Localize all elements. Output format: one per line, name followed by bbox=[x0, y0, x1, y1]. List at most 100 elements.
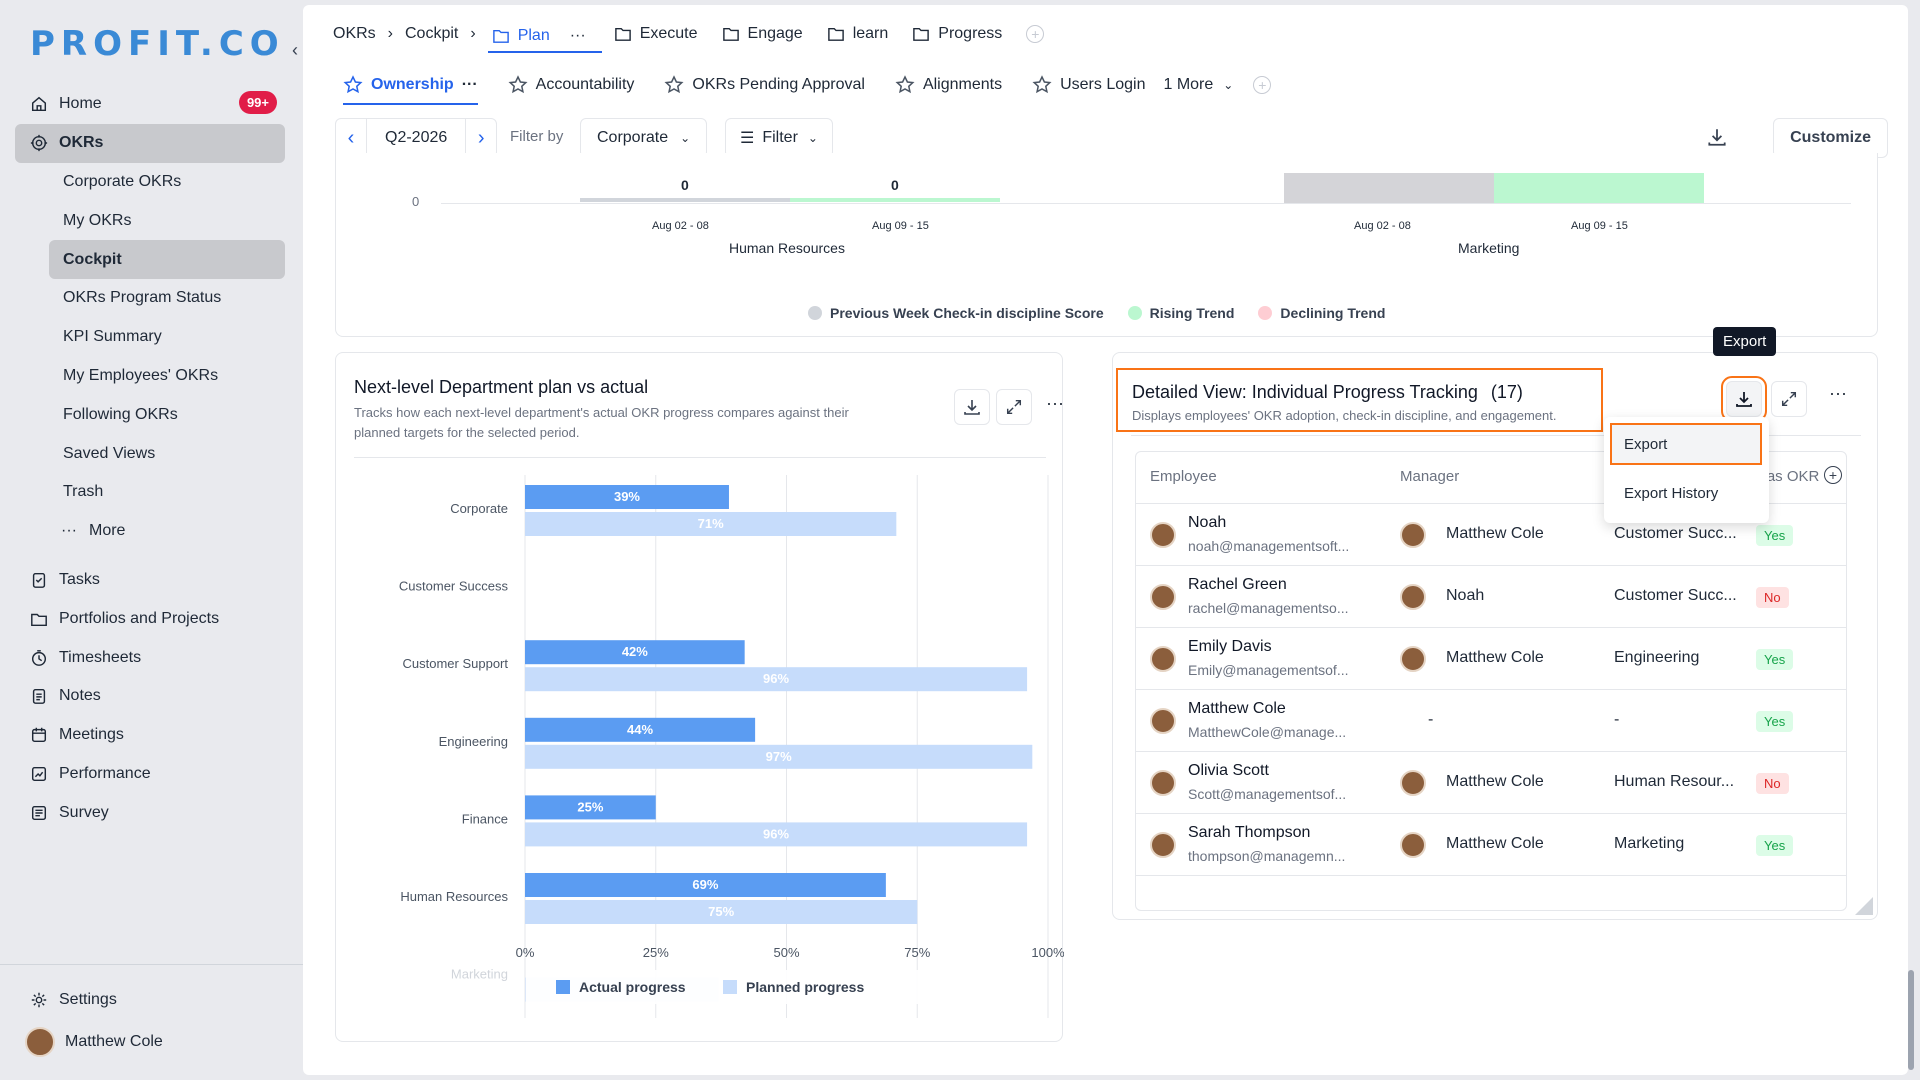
resize-handle-icon[interactable] bbox=[1855, 897, 1873, 915]
tab-accountability[interactable]: Accountability bbox=[508, 75, 635, 95]
x-tick-label: Aug 02 - 08 bbox=[1354, 220, 1411, 232]
page-scrollbar[interactable] bbox=[1908, 970, 1914, 1070]
group-label: Human Resources bbox=[729, 240, 845, 256]
manager-name: - bbox=[1428, 711, 1434, 728]
x-tick-label: 0% bbox=[516, 945, 535, 960]
employee-name: Olivia Scott bbox=[1188, 762, 1269, 779]
sidebar-item-performance[interactable]: Performance bbox=[15, 755, 285, 794]
legend-swatch bbox=[1258, 306, 1273, 320]
expand-button[interactable] bbox=[1771, 381, 1807, 417]
export-button[interactable] bbox=[1721, 376, 1767, 422]
sidebar-item-notes[interactable]: Notes bbox=[15, 677, 285, 716]
more-dots-icon[interactable]: ··· bbox=[462, 76, 478, 94]
sidebar-subitem-saved-views[interactable]: Saved Views bbox=[15, 434, 285, 473]
sidebar-item-okrs[interactable]: OKRs bbox=[15, 123, 285, 163]
more-tabs-dropdown[interactable]: 1 More ⌄ bbox=[1163, 76, 1233, 94]
description-line: planned targets for the selected period. bbox=[354, 425, 580, 440]
department-name: - bbox=[1614, 711, 1620, 728]
menu-item-export-history[interactable]: Export History bbox=[1610, 475, 1762, 515]
filter-button[interactable]: ☰ Filter ⌄ bbox=[725, 118, 833, 158]
table-row[interactable]: Rachel Green rachel@managementso... Noah Cu… bbox=[1136, 566, 1846, 628]
tab-label: Progress bbox=[938, 25, 1003, 42]
category-label: Customer Success bbox=[399, 579, 509, 594]
y-axis-zero: 0 bbox=[412, 194, 420, 209]
bar-value-label: 75% bbox=[708, 904, 734, 919]
tab-ownership[interactable]: Ownership ··· bbox=[343, 75, 478, 105]
home-icon bbox=[29, 94, 49, 114]
user-profile[interactable]: Matthew Cole bbox=[25, 1027, 163, 1057]
x-tick-label: 75% bbox=[904, 945, 930, 960]
customize-button[interactable]: Customize bbox=[1773, 118, 1888, 158]
tab-label: Accountability bbox=[535, 76, 635, 93]
folder-icon bbox=[913, 27, 930, 41]
sidebar-item-home[interactable]: Home 99+ bbox=[15, 85, 285, 124]
chevron-right-icon[interactable]: › bbox=[466, 127, 496, 150]
sidebar-item-meetings[interactable]: Meetings bbox=[15, 716, 285, 755]
expand-button[interactable] bbox=[996, 389, 1032, 425]
has-okr-badge: Yes bbox=[1756, 525, 1794, 546]
menu-item-export[interactable]: Export bbox=[1610, 423, 1762, 465]
employee-name: Noah bbox=[1188, 514, 1227, 531]
sidebar-subitem-more[interactable]: ··· More bbox=[15, 512, 285, 551]
sidebar-nav: Home 99+ OKRs Corporate OKRs My OKRs Coc… bbox=[15, 85, 285, 832]
expand-icon bbox=[1006, 399, 1022, 415]
add-tab-icon[interactable]: + bbox=[1253, 76, 1272, 94]
stopwatch-icon bbox=[29, 648, 49, 668]
sidebar-item-tasks[interactable]: Tasks bbox=[15, 561, 285, 600]
more-dots-icon: ··· bbox=[61, 522, 77, 540]
chevron-left-icon[interactable]: ‹ bbox=[336, 127, 366, 150]
star-icon bbox=[343, 75, 363, 94]
department-name: Marketing bbox=[1614, 835, 1685, 852]
tab-learn[interactable]: learn bbox=[827, 25, 901, 43]
period-value[interactable]: Q2-2026 bbox=[366, 118, 467, 158]
sidebar-subitem-cockpit[interactable]: Cockpit bbox=[49, 240, 285, 279]
corporate-dropdown[interactable]: Corporate ⌄ bbox=[580, 118, 708, 158]
dropdown-value: Corporate bbox=[597, 129, 669, 146]
add-column-icon[interactable]: + bbox=[1824, 466, 1842, 484]
breadcrumb-cockpit[interactable]: Cockpit bbox=[405, 25, 458, 43]
category-label: Engineering bbox=[439, 734, 508, 749]
employee-email: MatthewCole@manage... bbox=[1188, 724, 1347, 740]
table-row[interactable]: Sarah Thompson thompson@managemn... Matthe… bbox=[1136, 814, 1846, 876]
sidebar-item-timesheets[interactable]: Timesheets bbox=[15, 638, 285, 677]
tab-label: Plan bbox=[517, 27, 550, 44]
sidebar-subitem-corporate-okrs[interactable]: Corporate OKRs bbox=[15, 163, 285, 202]
tab-execute[interactable]: Execute bbox=[614, 25, 710, 43]
group-label: Marketing bbox=[1458, 240, 1520, 256]
x-tick-label: 100% bbox=[1031, 945, 1064, 960]
sidebar-footer: Settings Matthew Cole bbox=[0, 964, 303, 1057]
sidebar-item-survey[interactable]: Survey bbox=[15, 793, 285, 832]
tab-alignments[interactable]: Alignments bbox=[895, 75, 1002, 95]
more-dots-icon[interactable]: ··· bbox=[570, 27, 586, 45]
has-okr-badge: No bbox=[1756, 587, 1789, 608]
bar-value-label: 42% bbox=[622, 644, 648, 659]
avatar bbox=[1150, 708, 1176, 734]
tab-engage[interactable]: Engage bbox=[722, 25, 815, 43]
more-options-icon[interactable]: ··· bbox=[1046, 393, 1064, 414]
tab-plan[interactable]: Plan ··· bbox=[487, 23, 602, 53]
download-button[interactable] bbox=[954, 389, 990, 425]
tab-progress[interactable]: Progress bbox=[912, 25, 1014, 43]
sidebar-subitem-kpi-summary[interactable]: KPI Summary bbox=[15, 318, 285, 357]
x-tick-label: 50% bbox=[773, 945, 799, 960]
sidebar-item-settings[interactable]: Settings bbox=[15, 981, 285, 1020]
add-tab-icon[interactable]: + bbox=[1026, 25, 1045, 43]
sidebar-subitem-program-status[interactable]: OKRs Program Status bbox=[15, 279, 285, 318]
table-row[interactable]: Emily Davis Emily@managementsof... Matthew… bbox=[1136, 628, 1846, 690]
employee-name: Emily Davis bbox=[1188, 638, 1272, 655]
more-options-icon[interactable]: ··· bbox=[1829, 383, 1847, 404]
sidebar-subitem-trash[interactable]: Trash bbox=[15, 473, 285, 512]
tab-pending-approval[interactable]: OKRs Pending Approval bbox=[664, 75, 865, 95]
sidebar-subitem-employees-okrs[interactable]: My Employees' OKRs bbox=[15, 357, 285, 396]
table-row[interactable]: Matthew Cole MatthewCole@manage... - - Yes bbox=[1136, 690, 1846, 752]
tab-users-login[interactable]: Users Login bbox=[1032, 75, 1145, 95]
sidebar-item-portfolios[interactable]: Portfolios and Projects bbox=[15, 599, 285, 638]
download-icon[interactable] bbox=[1706, 126, 1728, 153]
table-row[interactable]: Olivia Scott Scott@managementsof... Matthe… bbox=[1136, 752, 1846, 814]
avatar bbox=[1400, 646, 1426, 672]
breadcrumb-okrs[interactable]: OKRs bbox=[333, 25, 376, 43]
sidebar-subitem-my-okrs[interactable]: My OKRs bbox=[15, 201, 285, 240]
collapse-sidebar-icon[interactable]: ‹ bbox=[292, 40, 298, 61]
star-icon bbox=[664, 75, 684, 94]
sidebar-subitem-following-okrs[interactable]: Following OKRs bbox=[15, 395, 285, 434]
